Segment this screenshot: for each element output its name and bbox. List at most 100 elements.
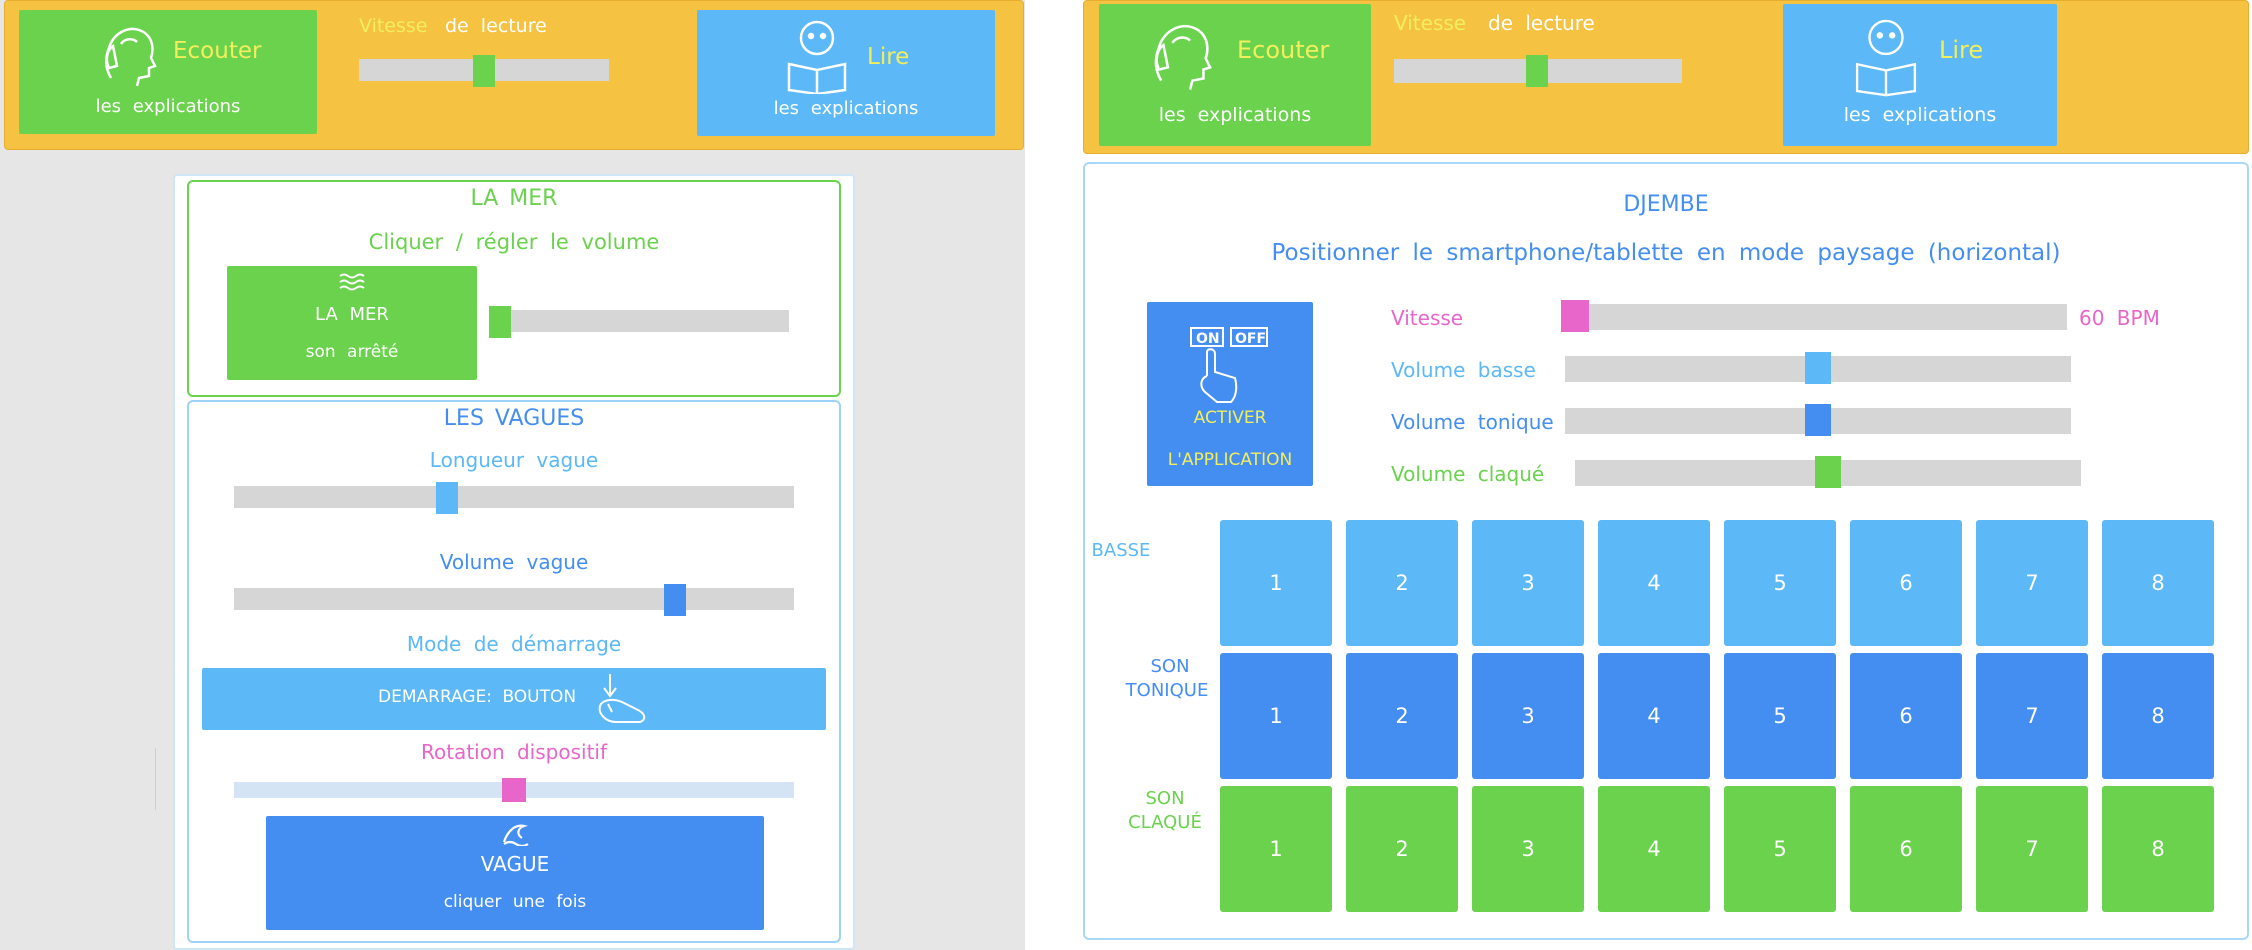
wave-length-thumb[interactable] [436, 482, 458, 514]
top-toolbar: Ecouter les explications Vitesse de lect… [4, 0, 1024, 150]
pad-tone-6[interactable]: 6 [1850, 653, 1962, 779]
toggle-off-label: OFF [1235, 331, 1267, 347]
pad-bass-8[interactable]: 8 [2102, 520, 2214, 646]
pad-tone-1[interactable]: 1 [1220, 653, 1332, 779]
pad-bass-7[interactable]: 7 [1976, 520, 2088, 646]
right-screen: Ecouter les explications Vitesse de lect… [1080, 0, 2252, 950]
sea-button-status: son arrêté [305, 342, 399, 362]
pad-slap-1[interactable]: 1 [1220, 786, 1332, 912]
start-mode-text: DEMARRAGE: BOUTON [378, 687, 577, 707]
person-reading-icon [785, 18, 849, 94]
wave-icon [502, 822, 530, 846]
sea-volume-thumb[interactable] [489, 306, 511, 338]
pad-tone-8[interactable]: 8 [2102, 653, 2214, 779]
sea-section: LA MER Cliquer / régler le volume LA MER… [187, 180, 841, 397]
pad-slap-3[interactable]: 3 [1472, 786, 1584, 912]
listen-subtitle-right: les explications [1158, 104, 1312, 126]
pad-grid: 123456781234567812345678 [1220, 520, 2226, 920]
rotation-label: Rotation dispositif [420, 740, 608, 764]
sea-button[interactable]: LA MER son arrêté [227, 266, 477, 380]
wave-button[interactable]: VAGUE cliquer une fois [266, 816, 764, 930]
start-mode-button[interactable]: DEMARRAGE: BOUTON [202, 668, 826, 730]
read-title: Lire [867, 44, 910, 70]
listen-button[interactable]: Ecouter les explications [19, 10, 317, 134]
djembe-title: DJEMBE [1623, 192, 1709, 217]
tempo-label: Vitesse [1391, 306, 1464, 330]
listen-title-right: Ecouter [1237, 36, 1330, 64]
left-screen: Ecouter les explications Vitesse de lect… [0, 0, 1025, 950]
djembe-subtitle: Positionner le smartphone/tablette en mo… [1271, 240, 2061, 266]
sea-button-title: LA MER [315, 304, 389, 325]
toggle-on-label: ON [1196, 331, 1220, 347]
pad-slap-6[interactable]: 6 [1850, 786, 1962, 912]
sea-volume-slider[interactable] [489, 306, 789, 338]
pad-slap-8[interactable]: 8 [2102, 786, 2214, 912]
start-mode-label: Mode de démarrage [406, 632, 622, 656]
bass-volume-slider[interactable] [1565, 352, 2071, 384]
row-label-tone-1: SON [1150, 656, 1190, 677]
wave-volume-label: Volume vague [439, 550, 589, 574]
pad-bass-2[interactable]: 2 [1346, 520, 1458, 646]
pad-bass-3[interactable]: 3 [1472, 520, 1584, 646]
tempo-thumb[interactable] [1561, 300, 1589, 332]
pad-bass-4[interactable]: 4 [1598, 520, 1710, 646]
pad-bass-1[interactable]: 1 [1220, 520, 1332, 646]
rotation-slider[interactable] [234, 778, 794, 802]
listen-button-right[interactable]: Ecouter les explications [1099, 4, 1371, 146]
reading-speed-thumb-right[interactable] [1526, 55, 1548, 87]
sea-title: LA MER [470, 186, 558, 211]
slap-volume-thumb[interactable] [1815, 456, 1841, 488]
read-button[interactable]: Lire les explications [697, 10, 995, 136]
pad-slap-7[interactable]: 7 [1976, 786, 2088, 912]
pad-tone-7[interactable]: 7 [1976, 653, 2088, 779]
read-button-right[interactable]: Lire les explications [1783, 4, 2057, 146]
pad-slap-5[interactable]: 5 [1724, 786, 1836, 912]
activate-line2: L'APPLICATION [1167, 450, 1293, 470]
read-subtitle: les explications [773, 98, 919, 119]
reading-speed-thumb[interactable] [473, 55, 495, 87]
tone-volume-slider[interactable] [1565, 404, 2071, 436]
waves-section: LES VAGUES Longueur vague Volume vague M… [187, 400, 841, 943]
pad-tone-5[interactable]: 5 [1724, 653, 1836, 779]
reading-speed-slider[interactable] [359, 55, 609, 87]
pad-tone-2[interactable]: 2 [1346, 653, 1458, 779]
read-subtitle-right: les explications [1843, 104, 1997, 126]
speed-label-word2-right: de lecture [1488, 11, 1595, 35]
wave-volume-slider[interactable] [234, 584, 794, 616]
speed-label-word1: Vitesse [359, 15, 428, 37]
slap-volume-slider[interactable] [1575, 456, 2081, 488]
wave-volume-thumb[interactable] [664, 584, 686, 616]
pad-tone-3[interactable]: 3 [1472, 653, 1584, 779]
bass-volume-thumb[interactable] [1805, 352, 1831, 384]
sea-subtitle: Cliquer / régler le volume [368, 230, 660, 254]
djembe-card: DJEMBE Positionner le smartphone/tablett… [1083, 162, 2249, 940]
reading-speed-slider-right[interactable] [1394, 55, 1682, 87]
pad-slap-4[interactable]: 4 [1598, 786, 1710, 912]
waves-title: LES VAGUES [443, 406, 585, 431]
row-label-bass: BASSE [1091, 540, 1151, 561]
wave-button-title: VAGUE [480, 852, 550, 876]
head-listening-icon [1139, 14, 1219, 94]
rotation-thumb[interactable] [502, 778, 526, 802]
tone-volume-thumb[interactable] [1805, 404, 1831, 436]
row-label-slap-2: CLAQUÉ [1128, 812, 1202, 833]
speed-label-word2: de lecture [445, 15, 547, 37]
activate-app-button[interactable]: ON OFF ACTIVER L'APPLICATION [1147, 302, 1313, 486]
tempo-readout: 60 BPM [2079, 306, 2160, 330]
tempo-slider[interactable] [1561, 300, 2067, 332]
pad-bass-5[interactable]: 5 [1724, 520, 1836, 646]
side-divider [155, 748, 156, 810]
pad-tone-4[interactable]: 4 [1598, 653, 1710, 779]
pad-bass-6[interactable]: 6 [1850, 520, 1962, 646]
bass-volume-label: Volume basse [1391, 358, 1536, 382]
tone-volume-label: Volume tonique [1391, 410, 1554, 434]
listen-title: Ecouter [173, 38, 262, 64]
person-reading-icon [1853, 14, 1919, 98]
row-label-slap-1: SON [1145, 788, 1185, 809]
head-listening-icon [91, 18, 163, 90]
speed-label-word1-right: Vitesse [1394, 11, 1467, 35]
wave-length-slider[interactable] [234, 482, 794, 514]
pad-slap-2[interactable]: 2 [1346, 786, 1458, 912]
read-title-right: Lire [1939, 36, 1984, 64]
slap-volume-label: Volume claqué [1391, 462, 1545, 486]
